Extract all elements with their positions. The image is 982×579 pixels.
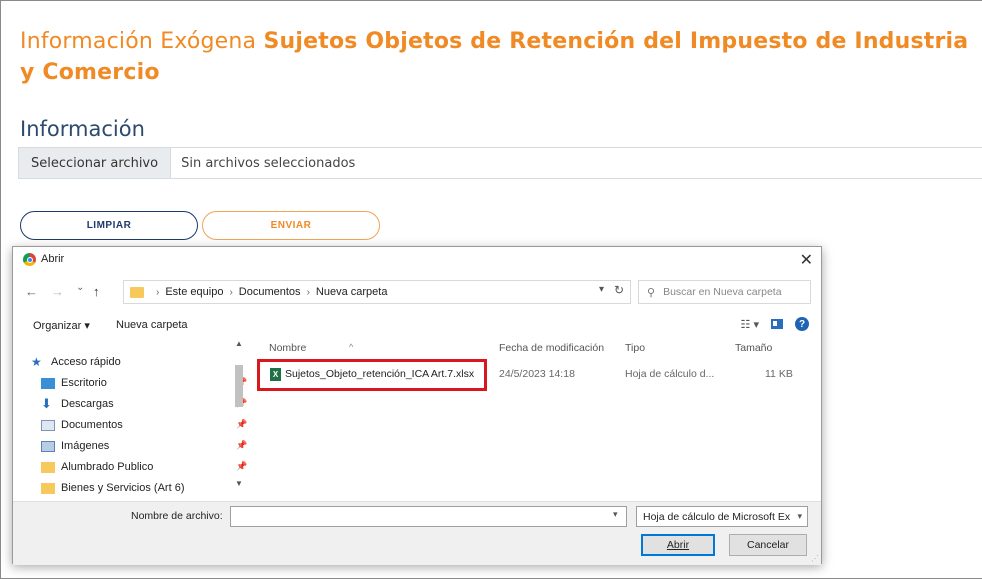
- page-title-prefix: Información Exógena: [20, 29, 257, 54]
- file-type-select[interactable]: Hoja de cálculo de Microsoft Ex ▾: [636, 506, 808, 527]
- page-title: Información Exógena Sujetos Objetos de R…: [20, 26, 980, 88]
- folder-icon: [130, 286, 144, 298]
- address-bar[interactable]: › Este equipo › Documentos › Nueva carpe…: [123, 280, 631, 304]
- forward-arrow-icon[interactable]: →: [51, 284, 64, 299]
- nav-item-label: Escritorio: [61, 377, 107, 389]
- file-list-headers: ^ Nombre Fecha de modificación Tipo Tama…: [257, 337, 811, 357]
- back-arrow-icon[interactable]: ←: [25, 284, 38, 299]
- view-controls: ☷ ▾ ?: [741, 317, 809, 331]
- breadcrumb-separator: ›: [156, 286, 160, 298]
- search-placeholder: Buscar en Nueva carpeta: [663, 286, 782, 298]
- help-icon[interactable]: ?: [795, 317, 809, 331]
- breadcrumb-nueva-carpeta[interactable]: Nueva carpeta: [316, 286, 388, 298]
- nav-item-documentos[interactable]: Documentos: [41, 416, 123, 434]
- download-icon: ⬇: [41, 396, 52, 411]
- search-input[interactable]: ⚲ Buscar en Nueva carpeta: [638, 280, 811, 304]
- resize-grip-icon[interactable]: ⋰: [811, 554, 819, 563]
- dialog-footer: Nombre de archivo: ▾ Hoja de cálculo de …: [13, 501, 821, 565]
- new-folder-button[interactable]: Nueva carpeta: [116, 319, 188, 331]
- dialog-toolbar: Organizar ▾ Nueva carpeta ☷ ▾ ?: [13, 313, 821, 335]
- breadcrumb-separator: ›: [306, 286, 310, 298]
- dialog-title: Abrir: [41, 253, 65, 265]
- open-file-dialog: Abrir ✕ ← → ⌄ ↑ › Este equipo › Document…: [12, 246, 822, 565]
- open-button-label: Abrir: [666, 539, 690, 551]
- filename-input[interactable]: [230, 506, 627, 527]
- view-options-icon[interactable]: ☷ ▾: [741, 318, 759, 331]
- column-header-tipo[interactable]: Tipo: [625, 342, 645, 354]
- desktop-icon: [41, 377, 55, 389]
- breadcrumb-separator: ›: [229, 286, 233, 298]
- nav-item-bienes-servicios[interactable]: Bienes y Servicios (Art 6): [41, 479, 184, 497]
- chevron-down-icon[interactable]: ▾: [599, 284, 604, 295]
- scroll-up-icon[interactable]: ▲: [235, 339, 243, 348]
- search-icon: ⚲: [647, 286, 656, 299]
- breadcrumb-este-equipo[interactable]: Este equipo: [165, 286, 223, 298]
- section-title: Información: [20, 117, 145, 141]
- recent-locations-icon[interactable]: ⌄: [76, 282, 84, 293]
- sort-ascending-icon: ^: [349, 342, 354, 352]
- filename-label: Nombre de archivo:: [131, 510, 223, 522]
- dialog-titlebar: Abrir ✕: [13, 247, 821, 273]
- nav-item-escritorio[interactable]: Escritorio: [41, 374, 107, 392]
- up-arrow-icon[interactable]: ↑: [93, 284, 100, 299]
- cancel-button[interactable]: Cancelar: [729, 534, 807, 556]
- refresh-icon[interactable]: ↻: [614, 283, 624, 297]
- nav-item-imagenes[interactable]: Imágenes: [41, 437, 109, 455]
- file-modified: 24/5/2023 14:18: [499, 368, 575, 380]
- column-header-fecha[interactable]: Fecha de modificación: [499, 342, 604, 354]
- folder-icon: [41, 482, 55, 494]
- nav-item-label: Imágenes: [61, 440, 110, 452]
- chevron-down-icon[interactable]: ▾: [613, 509, 618, 520]
- nav-pane-scrollbar[interactable]: ▲ ▼: [233, 339, 245, 489]
- folder-icon: [41, 461, 55, 473]
- document-icon: [41, 419, 55, 431]
- file-status-text: Sin archivos seleccionados: [181, 155, 356, 171]
- breadcrumb-documentos[interactable]: Documentos: [239, 286, 301, 298]
- column-header-tamano[interactable]: Tamaño: [735, 342, 772, 354]
- chevron-down-icon: ▾: [797, 511, 802, 521]
- nav-item-label: Documentos: [61, 419, 123, 431]
- close-icon[interactable]: ✕: [800, 250, 813, 270]
- navigation-row: ← → ⌄ ↑ › Este equipo › Documentos › Nue…: [13, 280, 821, 306]
- nav-item-alumbrado-publico[interactable]: Alumbrado Publico: [41, 458, 153, 476]
- highlight-box: [257, 359, 487, 391]
- nav-item-acceso-rapido[interactable]: ★ Acceso rápido: [31, 353, 121, 371]
- chrome-icon: [23, 253, 36, 266]
- nav-item-label: Descargas: [61, 398, 114, 410]
- preview-pane-icon[interactable]: [771, 319, 783, 329]
- scroll-thumb[interactable]: [235, 365, 243, 407]
- limpiar-button[interactable]: LIMPIAR: [20, 211, 198, 240]
- organizar-menu[interactable]: Organizar ▾: [33, 319, 90, 332]
- file-type-value: Hoja de cálculo de Microsoft Ex: [643, 510, 791, 523]
- nav-item-label: Acceso rápido: [51, 356, 121, 368]
- file-input-row: Seleccionar archivo Sin archivos selecci…: [18, 147, 982, 179]
- file-type: Hoja de cálculo d...: [625, 368, 715, 380]
- column-header-nombre[interactable]: Nombre: [269, 342, 306, 354]
- scroll-down-icon[interactable]: ▼: [235, 479, 243, 488]
- select-file-button[interactable]: Seleccionar archivo: [19, 148, 172, 178]
- navigation-pane: ★ Acceso rápido Escritorio 📌 ⬇ Descargas…: [31, 339, 249, 494]
- open-button[interactable]: Abrir: [641, 534, 715, 556]
- nav-item-label: Alumbrado Publico: [61, 461, 154, 473]
- nav-item-label: Bienes y Servicios (Art 6): [61, 482, 185, 494]
- enviar-button[interactable]: ENVIAR: [202, 211, 380, 240]
- file-size: 11 KB: [765, 368, 793, 380]
- nav-item-descargas[interactable]: ⬇ Descargas: [41, 395, 114, 413]
- star-icon: ★: [31, 355, 42, 369]
- image-icon: [41, 440, 55, 452]
